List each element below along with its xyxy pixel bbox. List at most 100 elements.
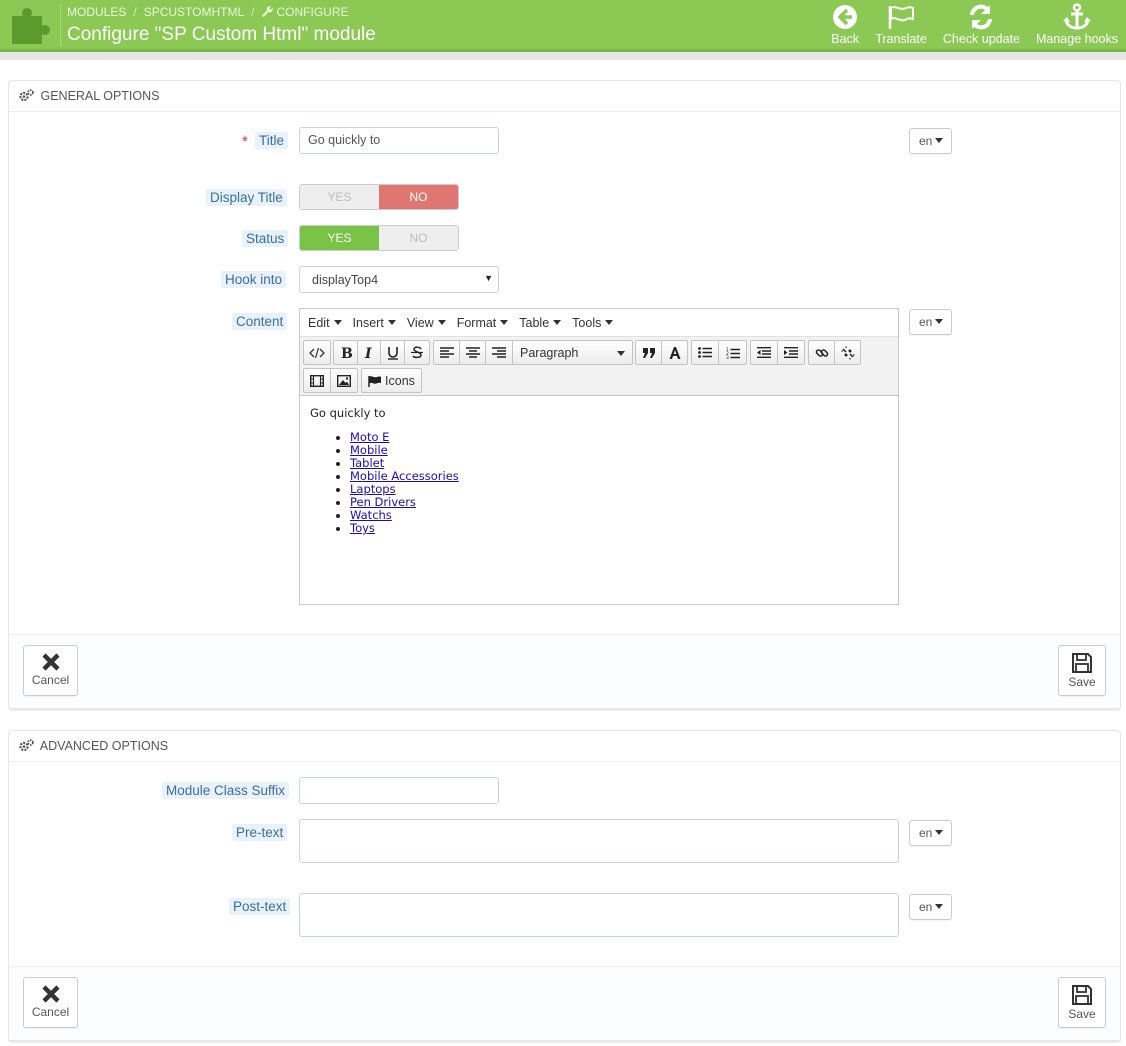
menu-edit[interactable]: Edit — [304, 309, 349, 336]
link-toys[interactable]: Toys — [350, 521, 375, 535]
status-yes[interactable]: YES — [300, 226, 379, 250]
save-floppy-icon — [1072, 653, 1092, 673]
editor-content-area[interactable]: Go quickly to Moto E Mobile Tablet Mobil… — [300, 396, 898, 545]
hook-into-select[interactable]: displayTop4 ▼ — [299, 266, 499, 293]
icons-button[interactable]: Icons — [361, 368, 422, 393]
film-icon — [310, 374, 324, 387]
outdent-icon — [757, 347, 771, 358]
menu-tools-label: Tools — [572, 316, 602, 330]
menu-insert[interactable]: Insert — [349, 309, 403, 336]
unlink-button[interactable] — [834, 340, 861, 365]
text-color-button[interactable] — [661, 340, 688, 365]
link-moto-e[interactable]: Moto E — [350, 430, 389, 444]
menu-insert-label: Insert — [352, 316, 384, 330]
svg-text:I: I — [364, 346, 372, 359]
link-tablet[interactable]: Tablet — [350, 456, 384, 470]
cancel-button[interactable]: Cancel — [23, 977, 78, 1028]
language-code: en — [919, 315, 933, 329]
caret-down-icon — [605, 320, 614, 325]
align-left-button[interactable] — [433, 340, 460, 365]
display-title-switch[interactable]: YES NO — [299, 184, 459, 210]
list-item: Mobile — [350, 444, 888, 457]
post-text-language-dropdown[interactable]: en — [909, 894, 952, 920]
source-code-button[interactable] — [303, 340, 331, 365]
align-left-icon — [439, 347, 454, 358]
align-right-button[interactable] — [485, 340, 513, 365]
translate-button[interactable]: Translate — [867, 3, 935, 47]
align-center-button[interactable] — [459, 340, 486, 365]
language-code: en — [919, 826, 933, 840]
content-label: Content — [232, 313, 288, 330]
svg-text:B: B — [341, 346, 352, 359]
back-label: Back — [831, 32, 860, 46]
header-toolbar: Back Translate Check update Manage hooks — [823, 3, 1126, 47]
cancel-button[interactable]: Cancel — [23, 645, 78, 696]
block-format-value: Paragraph — [520, 345, 579, 360]
insert-link-button[interactable] — [808, 340, 835, 365]
cogs-icon — [19, 739, 34, 752]
underline-button[interactable] — [380, 340, 405, 365]
blockquote-button[interactable] — [635, 340, 662, 365]
post-text-textarea[interactable] — [299, 893, 899, 937]
caret-down-icon — [387, 320, 396, 325]
strikethrough-button[interactable] — [404, 340, 430, 365]
numbered-list-button[interactable]: 123 — [718, 340, 747, 365]
list-item: Pen Drivers — [350, 496, 888, 509]
module-class-suffix-label: Module Class Suffix — [162, 782, 290, 799]
hook-into-value: displayTop4 — [312, 273, 379, 287]
title-input[interactable]: Go quickly to — [299, 127, 499, 154]
link-watchs[interactable]: Watchs — [350, 508, 392, 522]
link-mobile-accessories[interactable]: Mobile Accessories — [350, 469, 459, 483]
outdent-button[interactable] — [750, 340, 778, 365]
pre-text-language-dropdown[interactable]: en — [909, 820, 952, 846]
status-switch[interactable]: YES NO — [299, 225, 459, 251]
display-title-no[interactable]: NO — [379, 185, 458, 209]
page-title: Configure "SP Custom Html" module — [67, 24, 376, 45]
list-item: Mobile Accessories — [350, 470, 888, 483]
bullet-list-button[interactable] — [691, 340, 719, 365]
caret-down-icon — [935, 138, 944, 143]
bullet-list-icon — [698, 347, 712, 358]
link-mobile[interactable]: Mobile — [350, 443, 388, 457]
pre-text-textarea[interactable] — [299, 819, 899, 863]
unlink-icon — [841, 346, 854, 359]
link-laptops[interactable]: Laptops — [350, 482, 396, 496]
list-item: Watchs — [350, 509, 888, 522]
menu-table[interactable]: Table — [515, 309, 568, 336]
insert-media-button[interactable] — [303, 368, 331, 393]
content-language-dropdown[interactable]: en — [909, 309, 952, 335]
menu-view[interactable]: View — [403, 309, 453, 336]
indent-icon — [784, 347, 798, 358]
check-update-button[interactable]: Check update — [935, 3, 1028, 47]
breadcrumb: MODULES / SPCUSTOMHTML / CONFIGURE — [67, 5, 348, 20]
bold-button[interactable]: B — [333, 340, 358, 365]
italic-button[interactable]: I — [357, 340, 381, 365]
insert-image-button[interactable] — [330, 368, 358, 393]
block-format-select[interactable]: Paragraph — [512, 340, 633, 365]
menu-view-label: View — [406, 316, 434, 330]
menu-edit-label: Edit — [308, 316, 330, 330]
panel-footer: Cancel Save — [9, 966, 1120, 1040]
module-class-suffix-input[interactable] — [299, 777, 499, 804]
general-options-title: GENERAL OPTIONS — [40, 89, 160, 103]
editor-paragraph: Go quickly to — [310, 406, 386, 420]
back-button[interactable]: Back — [823, 3, 867, 47]
save-button[interactable]: Save — [1058, 977, 1106, 1028]
title-language-dropdown[interactable]: en — [909, 128, 952, 154]
image-icon — [337, 374, 351, 387]
breadcrumb-module[interactable]: SPCUSTOMHTML — [144, 5, 244, 19]
link-pen-drivers[interactable]: Pen Drivers — [350, 495, 416, 509]
menu-format[interactable]: Format — [453, 309, 516, 336]
bold-icon: B — [341, 346, 352, 359]
menu-tools[interactable]: Tools — [568, 309, 620, 336]
breadcrumb-modules[interactable]: MODULES — [67, 5, 126, 19]
caret-down-icon — [437, 320, 446, 325]
save-button[interactable]: Save — [1058, 645, 1106, 696]
display-title-yes[interactable]: YES — [300, 185, 379, 209]
indent-button[interactable] — [777, 340, 805, 365]
manage-hooks-button[interactable]: Manage hooks — [1028, 3, 1126, 47]
status-no[interactable]: NO — [379, 226, 458, 250]
strikethrough-icon — [411, 346, 423, 359]
language-code: en — [919, 900, 933, 914]
caret-down-icon — [935, 830, 944, 835]
